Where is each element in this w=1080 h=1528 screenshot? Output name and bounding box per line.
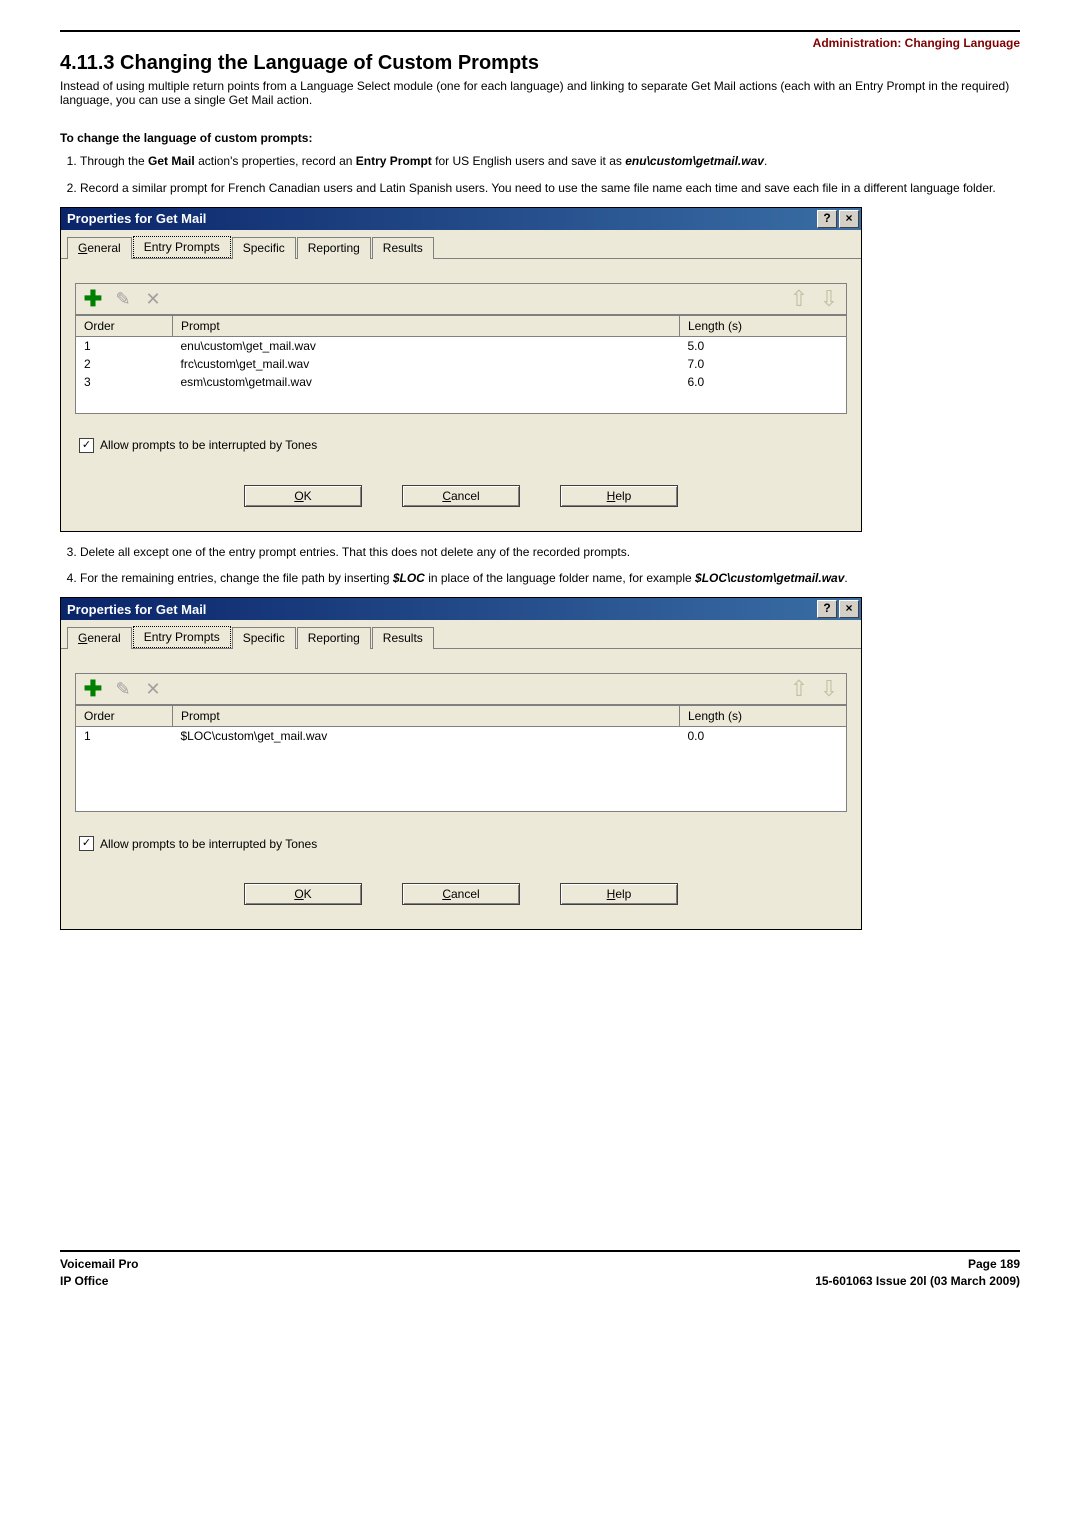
- titlebar: Properties for Get Mail ? ×: [61, 598, 861, 620]
- help-button[interactable]: Help: [560, 485, 678, 507]
- tab-specific[interactable]: Specific: [232, 627, 296, 649]
- table-row[interactable]: 3 esm\custom\getmail.wav 6.0: [76, 373, 847, 391]
- cancel-button[interactable]: Cancel: [402, 485, 520, 507]
- dialog-title: Properties for Get Mail: [67, 211, 206, 226]
- col-prompt[interactable]: Prompt: [173, 315, 680, 336]
- procedure-heading: To change the language of custom prompts…: [60, 131, 1020, 145]
- intro-paragraph: Instead of using multiple return points …: [60, 79, 1020, 107]
- tab-results[interactable]: Results: [372, 237, 434, 259]
- col-prompt[interactable]: Prompt: [173, 706, 680, 727]
- help-icon[interactable]: ?: [817, 210, 837, 228]
- ok-button[interactable]: OK: [244, 485, 362, 507]
- tab-entry-prompts[interactable]: Entry Prompts: [133, 236, 231, 258]
- table-row[interactable]: 1 $LOC\custom\get_mail.wav 0.0: [76, 727, 847, 746]
- cancel-button[interactable]: Cancel: [402, 883, 520, 905]
- tab-results[interactable]: Results: [372, 627, 434, 649]
- breadcrumb: Administration: Changing Language: [60, 36, 1020, 50]
- edit-icon: ✎: [112, 678, 134, 700]
- tab-entry-prompts[interactable]: Entry Prompts: [133, 626, 231, 648]
- edit-icon: ✎: [112, 288, 134, 310]
- delete-icon: ✕: [142, 678, 164, 700]
- step-2: Record a similar prompt for French Canad…: [80, 180, 1020, 197]
- prompt-table: Order Prompt Length (s) 1 enu\custom\get…: [75, 315, 847, 414]
- properties-dialog-1: Properties for Get Mail ? × General Entr…: [60, 207, 862, 532]
- move-down-icon: ⇩: [818, 678, 840, 700]
- col-length[interactable]: Length (s): [680, 706, 847, 727]
- footer-page: Page 189: [815, 1256, 1020, 1273]
- tab-general[interactable]: General: [67, 627, 132, 649]
- page-footer: Voicemail Pro IP Office Page 189 15-6010…: [60, 1250, 1020, 1290]
- col-length[interactable]: Length (s): [680, 315, 847, 336]
- move-down-icon: ⇩: [818, 288, 840, 310]
- help-button[interactable]: Help: [560, 883, 678, 905]
- footer-platform: IP Office: [60, 1273, 138, 1290]
- table-row[interactable]: 1 enu\custom\get_mail.wav 5.0: [76, 336, 847, 355]
- footer-product: Voicemail Pro: [60, 1256, 138, 1273]
- ok-button[interactable]: OK: [244, 883, 362, 905]
- allow-interrupt-checkbox[interactable]: ✓: [79, 836, 94, 851]
- toolbar: ✚ ✎ ✕ ⇧ ⇩: [75, 283, 847, 315]
- dialog-title: Properties for Get Mail: [67, 602, 206, 617]
- step-4: For the remaining entries, change the fi…: [80, 570, 1020, 587]
- table-row[interactable]: 2 frc\custom\get_mail.wav 7.0: [76, 355, 847, 373]
- prompt-table: Order Prompt Length (s) 1 $LOC\custom\ge…: [75, 705, 847, 812]
- footer-issue: 15-601063 Issue 20l (03 March 2009): [815, 1273, 1020, 1290]
- close-icon[interactable]: ×: [839, 210, 859, 228]
- checkbox-label: Allow prompts to be interrupted by Tones: [100, 438, 317, 452]
- close-icon[interactable]: ×: [839, 600, 859, 618]
- properties-dialog-2: Properties for Get Mail ? × General Entr…: [60, 597, 862, 930]
- tab-strip: General Entry Prompts Specific Reporting…: [61, 230, 861, 258]
- allow-interrupt-checkbox[interactable]: ✓: [79, 438, 94, 453]
- step-1: Through the Get Mail action's properties…: [80, 153, 1020, 170]
- checkbox-label: Allow prompts to be interrupted by Tones: [100, 837, 317, 851]
- move-up-icon: ⇧: [788, 678, 810, 700]
- tab-reporting[interactable]: Reporting: [297, 627, 371, 649]
- step-3: Delete all except one of the entry promp…: [80, 544, 1020, 561]
- toolbar: ✚ ✎ ✕ ⇧ ⇩: [75, 673, 847, 705]
- titlebar: Properties for Get Mail ? ×: [61, 208, 861, 230]
- col-order[interactable]: Order: [76, 315, 173, 336]
- section-heading: 4.11.3 Changing the Language of Custom P…: [60, 52, 1020, 75]
- col-order[interactable]: Order: [76, 706, 173, 727]
- tab-specific[interactable]: Specific: [232, 237, 296, 259]
- help-icon[interactable]: ?: [817, 600, 837, 618]
- tab-strip: General Entry Prompts Specific Reporting…: [61, 620, 861, 648]
- move-up-icon: ⇧: [788, 288, 810, 310]
- tab-general[interactable]: General: [67, 237, 132, 259]
- delete-icon: ✕: [142, 288, 164, 310]
- add-icon[interactable]: ✚: [82, 678, 104, 700]
- tab-reporting[interactable]: Reporting: [297, 237, 371, 259]
- add-icon[interactable]: ✚: [82, 288, 104, 310]
